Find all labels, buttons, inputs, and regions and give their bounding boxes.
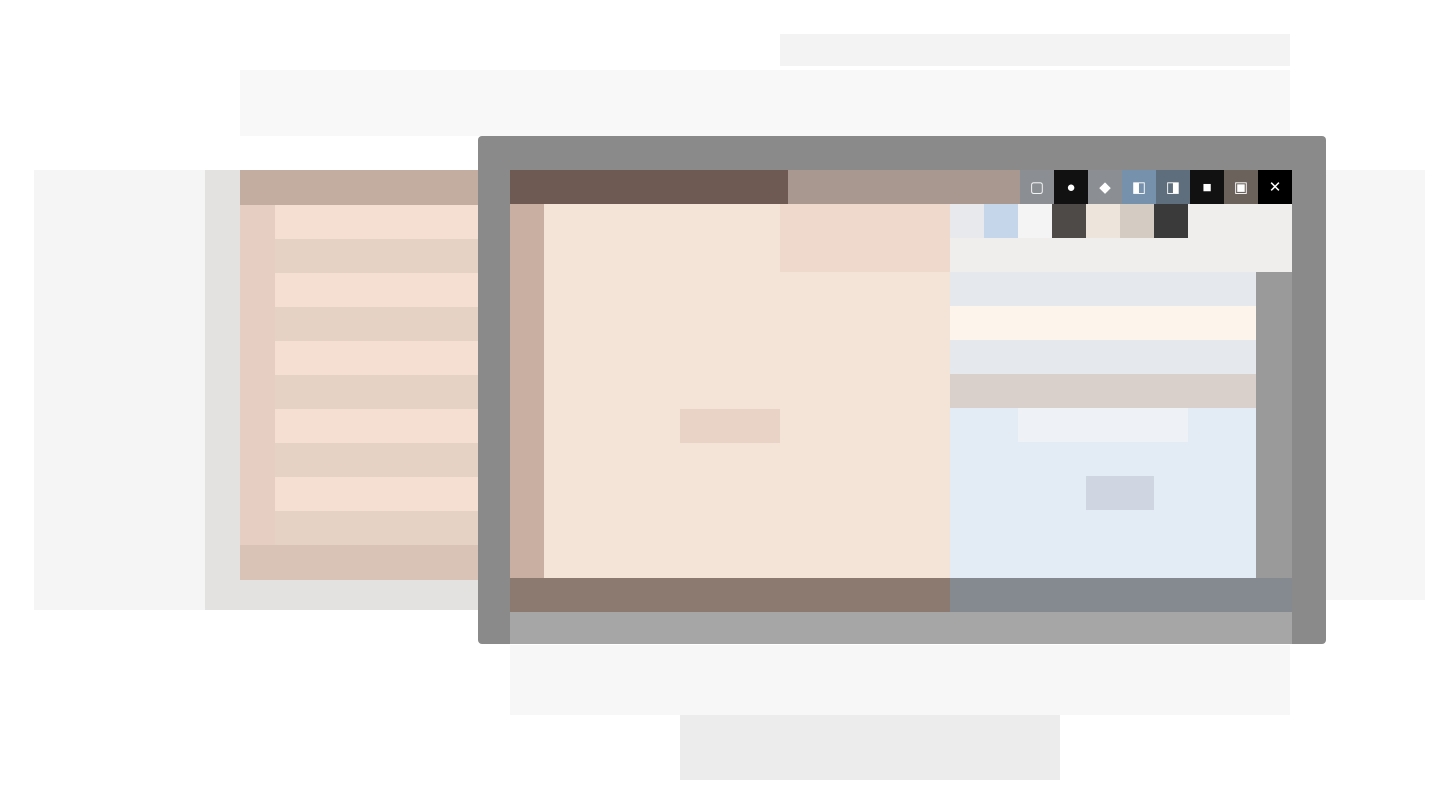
title-bar-spacer xyxy=(788,170,1020,204)
scrollbar[interactable] xyxy=(1256,272,1292,578)
toolbar: ▢ ● ◆ ◧ ◨ ■ ▣ ✕ xyxy=(1020,170,1292,204)
canvas-label xyxy=(680,409,780,443)
dialog-divider xyxy=(950,374,1256,408)
side-panel-list xyxy=(275,205,480,545)
dialog-panel-title xyxy=(1018,408,1188,442)
device-bezel xyxy=(510,612,1292,644)
status-bar-section xyxy=(950,578,1292,612)
tool-sidebar[interactable] xyxy=(510,204,544,578)
background-block xyxy=(510,645,1290,715)
status-bar xyxy=(510,578,1292,612)
app-window: ▢ ● ◆ ◧ ◨ ■ ▣ ✕ xyxy=(510,170,1292,612)
toolbar-icon[interactable]: ◧ xyxy=(1122,170,1156,204)
dialog-field[interactable] xyxy=(950,306,1256,340)
list-item[interactable] xyxy=(275,273,480,307)
swatch[interactable] xyxy=(1154,204,1188,238)
list-item[interactable] xyxy=(275,409,480,443)
close-icon[interactable]: ✕ xyxy=(1258,170,1292,204)
side-panel xyxy=(205,170,480,610)
list-item[interactable] xyxy=(275,375,480,409)
swatch[interactable] xyxy=(1052,204,1086,238)
background-block xyxy=(680,715,1060,780)
toolbar-icon[interactable]: ◨ xyxy=(1156,170,1190,204)
tool-strip[interactable] xyxy=(780,204,950,272)
side-panel-footer xyxy=(240,545,480,580)
toolbar-icon[interactable]: ◆ xyxy=(1088,170,1122,204)
list-item[interactable] xyxy=(275,477,480,511)
background-block xyxy=(34,170,209,610)
background-block xyxy=(1325,170,1425,600)
side-panel-gutter xyxy=(240,205,275,545)
device-screen: ▢ ● ◆ ◧ ◨ ■ ▣ ✕ xyxy=(510,170,1292,612)
toolbar-icon[interactable]: ▢ xyxy=(1020,170,1054,204)
dialog-chip[interactable] xyxy=(1086,476,1154,510)
side-panel-header xyxy=(240,170,480,205)
dialog-panel xyxy=(950,408,1256,578)
list-item[interactable] xyxy=(275,307,480,341)
dialog-header xyxy=(950,204,1292,272)
device-frame: ▢ ● ◆ ◧ ◨ ■ ▣ ✕ xyxy=(478,136,1326,644)
swatch[interactable] xyxy=(1018,204,1052,238)
list-item[interactable] xyxy=(275,341,480,375)
list-item[interactable] xyxy=(275,443,480,477)
swatch[interactable] xyxy=(1086,204,1120,238)
swatch[interactable] xyxy=(984,204,1018,238)
swatch[interactable] xyxy=(1120,204,1154,238)
screen: ▢ ● ◆ ◧ ◨ ■ ▣ ✕ xyxy=(0,0,1440,810)
list-item[interactable] xyxy=(275,239,480,273)
toolbar-icon[interactable]: ▣ xyxy=(1224,170,1258,204)
dialog xyxy=(950,204,1292,578)
toolbar-icon[interactable]: ● xyxy=(1054,170,1088,204)
swatch[interactable] xyxy=(950,204,984,238)
title-bar: ▢ ● ◆ ◧ ◨ ■ ▣ ✕ xyxy=(510,170,1292,204)
background-block xyxy=(780,34,1290,66)
list-item[interactable] xyxy=(275,205,480,239)
list-item[interactable] xyxy=(275,511,480,545)
background-block xyxy=(240,70,1290,136)
toolbar-icon[interactable]: ■ xyxy=(1190,170,1224,204)
